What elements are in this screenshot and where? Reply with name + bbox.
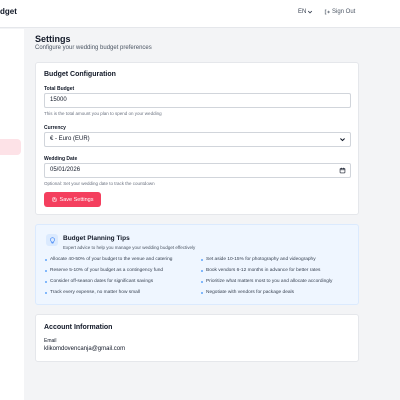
lightbulb-icon <box>49 236 55 243</box>
wedding-date-label: Wedding Date <box>44 156 78 162</box>
save-icon <box>52 197 57 202</box>
bullet-icon <box>45 258 47 261</box>
tip-text: Set aside 10-15% for photography and vid… <box>206 257 316 262</box>
page-title: Settings <box>35 34 71 44</box>
chevron-down-icon <box>340 138 345 142</box>
tip-item: Negotiate with vendors for package deals <box>201 290 294 295</box>
bullet-icon <box>45 280 47 283</box>
currency-label: Currency <box>44 125 66 131</box>
total-budget-label: Total Budget <box>44 86 75 92</box>
top-bar: dget EN Sign Out <box>0 0 400 28</box>
bullet-icon <box>201 291 203 294</box>
tip-text: Prioritize what matters most to you and … <box>206 279 333 284</box>
sidebar-item-active[interactable] <box>0 139 21 155</box>
total-budget-value: 15000 <box>50 97 67 103</box>
tips-icon-badge <box>46 234 58 246</box>
budget-configuration-card: Budget Configuration Total Budget 15000 … <box>35 62 359 215</box>
currency-value: € - Euro (EUR) <box>50 136 90 142</box>
app-brand: dget <box>0 7 17 16</box>
tip-text: Book vendors 6-12 months in advance for … <box>206 268 321 273</box>
language-label: EN <box>298 9 307 15</box>
currency-select[interactable]: € - Euro (EUR) <box>44 132 351 147</box>
calendar-icon[interactable] <box>339 167 346 174</box>
tip-text: Allocate 40-50% of your budget to the ve… <box>50 257 173 262</box>
tip-item: Allocate 40-50% of your budget to the ve… <box>45 257 172 262</box>
sign-out-icon <box>324 9 330 15</box>
wedding-date-value: 05/01/2026 <box>50 167 81 173</box>
bullet-icon <box>45 269 47 272</box>
tip-item: Track every expense, no matter how small <box>45 290 140 295</box>
bullet-icon <box>201 258 203 261</box>
sign-out-button[interactable]: Sign Out <box>324 9 355 15</box>
bullet-icon <box>201 280 203 283</box>
language-selector[interactable]: EN <box>298 9 313 15</box>
tips-subtitle: Expert advice to help you manage your we… <box>63 245 196 250</box>
account-information-title: Account Information <box>44 324 113 331</box>
account-email-label: Email <box>44 338 57 344</box>
budget-tips-card: Budget Planning Tips Expert advice to he… <box>35 224 359 305</box>
total-budget-input[interactable]: 15000 <box>44 93 351 108</box>
tip-item: Prioritize what matters most to you and … <box>201 279 332 284</box>
bullet-icon <box>45 291 47 294</box>
page-subtitle: Configure your wedding budget preference… <box>35 45 152 51</box>
tip-item: Consider off-season dates for significan… <box>45 279 153 284</box>
tip-item: Set aside 10-15% for photography and vid… <box>201 257 316 262</box>
save-settings-label: Save Settings <box>59 196 94 203</box>
chevron-down-icon <box>308 10 313 14</box>
budget-configuration-title: Budget Configuration <box>44 71 116 78</box>
tip-text: Track every expense, no matter how small <box>50 290 140 295</box>
sidebar <box>0 29 24 400</box>
tip-text: Consider off-season dates for significan… <box>50 279 154 284</box>
tip-text: Negotiate with vendors for package deals <box>206 290 294 295</box>
account-email-value: klikomdovencanja@gmail.com <box>44 346 126 352</box>
tip-item: Reserve 5-10% of your budget as a contin… <box>45 268 163 273</box>
tip-item: Book vendors 6-12 months in advance for … <box>201 268 320 273</box>
tip-text: Reserve 5-10% of your budget as a contin… <box>50 268 164 273</box>
save-settings-button[interactable]: Save Settings <box>44 192 101 207</box>
wedding-date-input[interactable]: 05/01/2026 <box>44 163 351 178</box>
sign-out-label: Sign Out <box>332 9 356 15</box>
bullet-icon <box>201 269 203 272</box>
account-information-card: Account Information Email klikomdovencan… <box>35 314 359 362</box>
total-budget-hint: This is the total amount you plan to spe… <box>44 111 162 116</box>
tips-title: Budget Planning Tips <box>63 235 130 242</box>
wedding-date-hint: Optional: Set your wedding date to track… <box>44 181 155 186</box>
